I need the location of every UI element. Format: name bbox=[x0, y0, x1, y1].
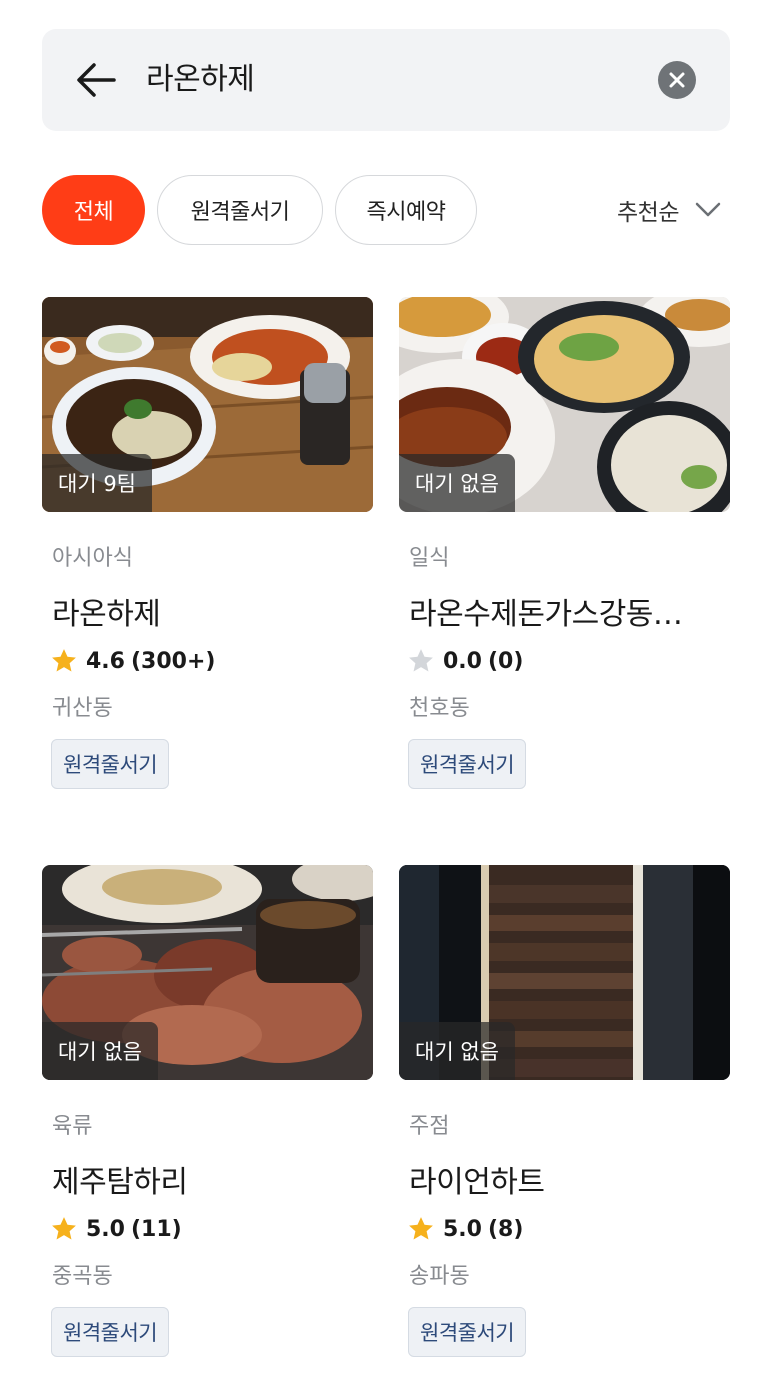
wait-status-badge: 대기 9팀 bbox=[42, 454, 152, 512]
restaurant-card[interactable]: 대기 없음 육류 제주탐하리 5.0 (11) 중곡동 원격줄서기 bbox=[42, 865, 373, 1357]
review-count: (300+) bbox=[130, 648, 216, 674]
rating: 4.6 (300+) bbox=[50, 645, 215, 677]
rating-score: 5.0 bbox=[443, 1216, 482, 1242]
restaurant-location: 귀산동 bbox=[52, 696, 113, 721]
sort-label: 추천순 bbox=[617, 200, 679, 226]
restaurant-name[interactable]: 라온하제 bbox=[52, 589, 362, 633]
restaurant-name[interactable]: 제주탐하리 bbox=[52, 1157, 362, 1201]
service-tag: 원격줄서기 bbox=[408, 1307, 527, 1357]
search-bar[interactable]: 라온하제 bbox=[42, 29, 730, 131]
service-tag: 원격줄서기 bbox=[51, 1307, 170, 1357]
clear-search-icon[interactable] bbox=[658, 61, 696, 99]
rating: 5.0 (11) bbox=[50, 1213, 182, 1245]
service-tag: 원격줄서기 bbox=[408, 739, 527, 789]
rating-score: 5.0 bbox=[86, 1216, 125, 1242]
back-arrow-icon[interactable] bbox=[74, 57, 122, 103]
restaurant-location: 중곡동 bbox=[52, 1264, 113, 1289]
review-count: (0) bbox=[487, 648, 524, 674]
restaurant-name[interactable]: 라온수제돈가스강동… bbox=[409, 589, 719, 633]
review-count: (8) bbox=[487, 1216, 524, 1242]
restaurant-photo[interactable]: 대기 없음 bbox=[399, 297, 730, 512]
restaurant-category: 주점 bbox=[409, 1114, 450, 1139]
star-icon bbox=[52, 649, 76, 672]
restaurant-card[interactable]: 대기 9팀 아시아식 라온하제 4.6 (300+) 귀산동 원격줄서기 bbox=[42, 297, 373, 789]
search-input[interactable]: 라온하제 bbox=[146, 55, 255, 105]
review-count: (11) bbox=[130, 1216, 182, 1242]
filter-chip-instant-reservation[interactable]: 즉시예약 bbox=[335, 175, 477, 245]
restaurant-name[interactable]: 라이언하트 bbox=[409, 1157, 719, 1201]
restaurant-category: 아시아식 bbox=[52, 546, 133, 571]
filter-chip-all[interactable]: 전체 bbox=[42, 175, 145, 245]
restaurant-category: 일식 bbox=[409, 546, 450, 571]
restaurant-category: 육류 bbox=[52, 1114, 93, 1139]
rating: 0.0 (0) bbox=[407, 645, 523, 677]
restaurant-card[interactable]: 대기 없음 주점 라이언하트 5.0 (8) 송파동 원격줄서기 bbox=[399, 865, 730, 1357]
star-icon bbox=[409, 1217, 433, 1240]
restaurant-card[interactable]: 대기 없음 일식 라온수제돈가스강동… 0.0 (0) 천호동 원격줄서기 bbox=[399, 297, 730, 789]
restaurant-photo[interactable]: 대기 없음 bbox=[399, 865, 730, 1080]
star-outline-icon bbox=[409, 649, 433, 672]
wait-status-badge: 대기 없음 bbox=[399, 1022, 515, 1080]
rating-score: 0.0 bbox=[443, 648, 482, 674]
rating-score: 4.6 bbox=[86, 648, 125, 674]
service-tag: 원격줄서기 bbox=[51, 739, 170, 789]
restaurant-photo[interactable]: 대기 없음 bbox=[42, 865, 373, 1080]
star-icon bbox=[52, 1217, 76, 1240]
wait-status-badge: 대기 없음 bbox=[42, 1022, 158, 1080]
filter-chip-remote-queue[interactable]: 원격줄서기 bbox=[157, 175, 323, 245]
restaurant-location: 송파동 bbox=[409, 1264, 470, 1289]
rating: 5.0 (8) bbox=[407, 1213, 523, 1245]
sort-dropdown[interactable]: 추천순 bbox=[617, 190, 721, 230]
chevron-down-icon bbox=[695, 202, 721, 217]
restaurant-location: 천호동 bbox=[409, 696, 470, 721]
wait-status-badge: 대기 없음 bbox=[399, 454, 515, 512]
restaurant-photo[interactable]: 대기 9팀 bbox=[42, 297, 373, 512]
